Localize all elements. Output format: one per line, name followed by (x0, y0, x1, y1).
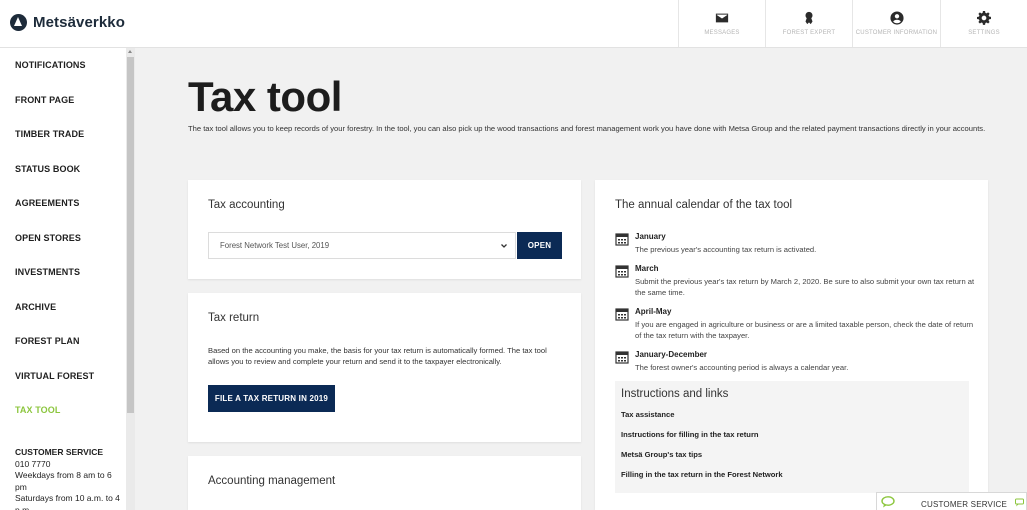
page-title: Tax tool (188, 73, 342, 120)
annual-calendar-title: The annual calendar of the tax tool (615, 199, 793, 211)
accounting-select[interactable]: Forest Network Test User, 2019 (208, 232, 516, 259)
customer-service-widget[interactable]: CUSTOMER SERVICE (876, 492, 1027, 510)
customer-service-phone[interactable]: 010 7770 (15, 459, 125, 471)
envelope-icon (715, 13, 729, 23)
sidebar: NOTIFICATIONS FRONT PAGE TIMBER TRADE ST… (0, 48, 126, 510)
calendar-icon (615, 308, 629, 321)
calendar-entry-period: March (635, 264, 659, 273)
scroll-up-arrow-icon[interactable] (128, 50, 132, 53)
logo-mark-icon (10, 14, 27, 31)
chat-small-icon (1015, 498, 1024, 507)
tax-return-title: Tax return (208, 312, 260, 324)
accounting-management-title: Accounting management (208, 475, 336, 487)
sidebar-item-investments[interactable]: INVESTMENTS (15, 267, 80, 277)
open-button[interactable]: OPEN (517, 232, 562, 259)
gear-icon (977, 11, 991, 25)
topnav-settings-label: SETTINGS (968, 30, 1000, 36)
calendar-entry: January The previous year's accounting t… (615, 232, 975, 258)
customer-service-widget-label: CUSTOMER SERVICE (921, 500, 1008, 509)
chevron-down-icon (501, 244, 507, 248)
customer-service-weekdays: Weekdays from 8 am to 6 pm (15, 470, 112, 492)
topnav-forest-expert-label: FOREST EXPERT (782, 30, 836, 36)
link-filling-instructions[interactable]: Instructions for filling in the tax retu… (621, 430, 759, 439)
sidebar-item-front-page[interactable]: FRONT PAGE (15, 95, 74, 105)
link-tax-tips[interactable]: Metsä Group's tax tips (621, 450, 702, 459)
calendar-entry: March Submit the previous year's tax ret… (615, 264, 975, 300)
top-bar: Metsäverkko MESSAGES FOREST EXPERT CUSTO… (0, 0, 1027, 48)
calendar-entry-period: January (635, 232, 666, 241)
sidebar-item-forest-plan[interactable]: FOREST PLAN (15, 336, 80, 346)
app-name: Metsäverkko (33, 14, 125, 31)
calendar-entry-period: April-May (635, 307, 672, 316)
forest-expert-icon (805, 11, 813, 25)
calendar-entry-text: Submit the previous year's tax return by… (635, 277, 975, 297)
customer-service-saturdays: Saturdays from 10 a.m. to 4 p.m. (15, 493, 120, 510)
calendar-icon (615, 233, 629, 246)
customer-service-info: CUSTOMER SERVICE 010 7770 Weekdays from … (15, 447, 125, 510)
calendar-entry: April-May If you are engaged in agricult… (615, 307, 975, 343)
accounting-select-value: Forest Network Test User, 2019 (220, 241, 330, 250)
sidebar-item-virtual-forest[interactable]: VIRTUAL FOREST (15, 371, 94, 381)
calendar-icon (615, 351, 629, 364)
top-navigation: MESSAGES FOREST EXPERT CUSTOMER INFORMAT… (678, 0, 1027, 47)
calendar-entry-text: The forest owner's accounting period is … (635, 363, 849, 372)
calendar-icon (615, 265, 629, 278)
logo[interactable]: Metsäverkko (10, 14, 125, 31)
annual-calendar-card: The annual calendar of the tax tool Janu… (595, 180, 988, 510)
topnav-customer-info-label: CUSTOMER INFORMATION (855, 30, 938, 36)
sidebar-item-agreements[interactable]: AGREEMENTS (15, 198, 80, 208)
sidebar-item-archive[interactable]: ARCHIVE (15, 302, 56, 312)
accounting-management-card: Accounting management (188, 456, 581, 510)
file-tax-return-button[interactable]: FILE A TAX RETURN IN 2019 (208, 385, 335, 412)
topnav-messages[interactable]: MESSAGES (678, 0, 765, 47)
sidebar-scrollbar[interactable] (126, 48, 135, 510)
link-forest-network-return[interactable]: Filling in the tax return in the Forest … (621, 470, 783, 479)
intro-text: The tax tool allows you to keep records … (188, 124, 986, 133)
calendar-entry-text: If you are engaged in agriculture or bus… (635, 320, 974, 340)
tax-accounting-title: Tax accounting (208, 199, 285, 211)
topnav-customer-info[interactable]: CUSTOMER INFORMATION (852, 0, 940, 47)
topnav-forest-expert[interactable]: FOREST EXPERT (765, 0, 852, 47)
sidebar-item-notifications[interactable]: NOTIFICATIONS (15, 60, 86, 70)
sidebar-scroll-thumb[interactable] (127, 57, 134, 413)
topnav-settings[interactable]: SETTINGS (940, 0, 1027, 47)
tax-accounting-card: Tax accounting Forest Network Test User,… (188, 180, 581, 279)
topnav-messages-label: MESSAGES (704, 30, 740, 36)
calendar-entry-period: January-December (635, 350, 708, 359)
instructions-links-title: Instructions and links (621, 388, 729, 400)
sidebar-item-open-stores[interactable]: OPEN STORES (15, 233, 81, 243)
chat-bubble-icon (881, 496, 895, 508)
user-icon (889, 11, 904, 25)
calendar-entry-text: The previous year's accounting tax retur… (635, 245, 817, 254)
sidebar-item-status-book[interactable]: STATUS BOOK (15, 164, 80, 174)
sidebar-item-tax-tool[interactable]: TAX TOOL (15, 405, 60, 415)
link-tax-assistance[interactable]: Tax assistance (621, 410, 674, 419)
tax-return-text: Based on the accounting you make, the ba… (208, 346, 547, 366)
customer-service-title: CUSTOMER SERVICE (15, 447, 104, 457)
instructions-links-box: Instructions and links Tax assistance In… (615, 381, 969, 493)
tax-return-card: Tax return Based on the accounting you m… (188, 293, 581, 442)
calendar-entry: January-December The forest owner's acco… (615, 350, 975, 376)
sidebar-item-timber-trade[interactable]: TIMBER TRADE (15, 129, 84, 139)
